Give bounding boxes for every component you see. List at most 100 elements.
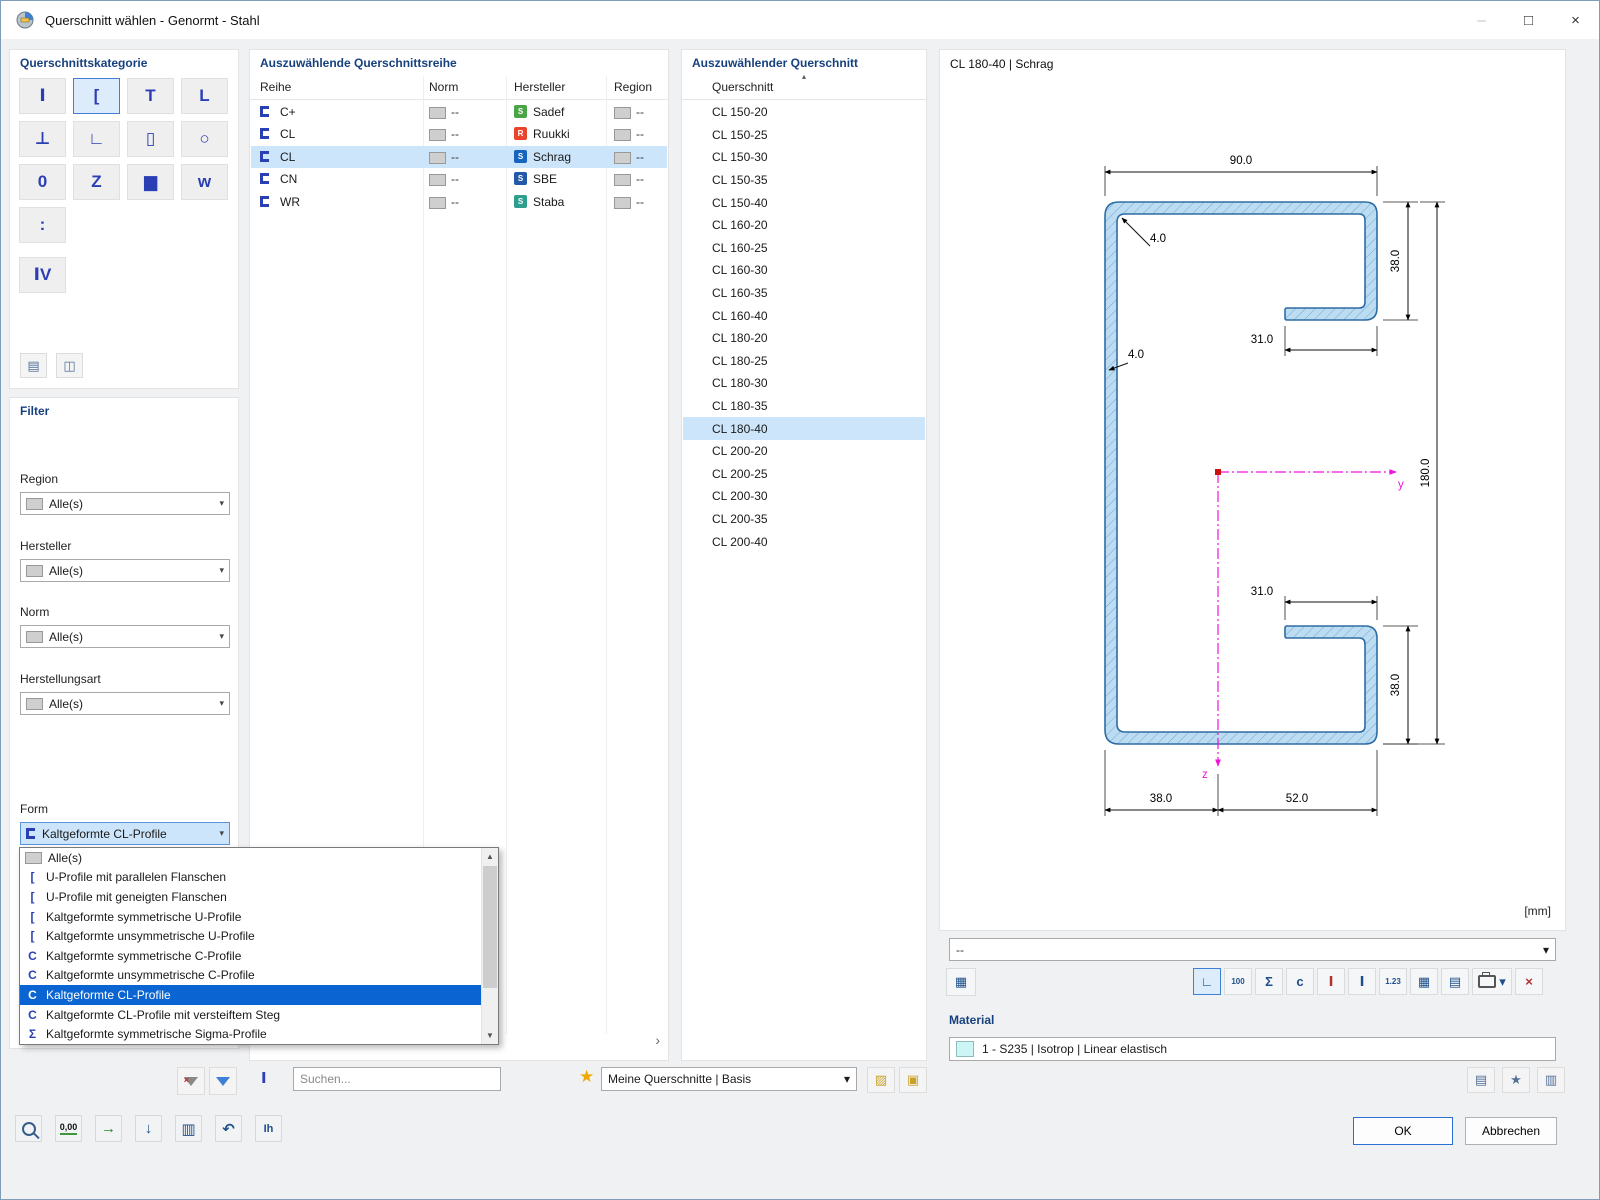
list-item[interactable]: CL 150-20 bbox=[683, 101, 925, 124]
form-option-alle[interactable]: Alle(s) bbox=[20, 848, 481, 868]
category-inverted-t-section[interactable]: ⊥ bbox=[19, 121, 66, 157]
list-item[interactable]: CL 150-35 bbox=[683, 169, 925, 192]
copy-section-button[interactable]: ▥ bbox=[175, 1115, 202, 1142]
herstellungsart-combobox[interactable]: Alle(s) ▾ bbox=[20, 692, 230, 715]
category-combined-section[interactable]: ⅠV bbox=[19, 257, 66, 293]
new-favorites-group-button[interactable]: ▨ bbox=[867, 1067, 895, 1093]
search-input[interactable] bbox=[293, 1067, 501, 1091]
norm-combobox[interactable]: Alle(s) ▾ bbox=[20, 625, 230, 648]
list-item[interactable]: CL 200-20 bbox=[683, 440, 925, 463]
table-row[interactable]: C+ -- S Sadef -- bbox=[251, 101, 667, 123]
favorite-categories-button[interactable]: ◫ bbox=[56, 353, 83, 378]
form-combobox[interactable]: Kaltgeformte CL-Profile ▾ bbox=[20, 822, 230, 845]
decimal-places-button[interactable]: 0,00 bbox=[55, 1115, 82, 1142]
category-box-section[interactable]: ▯ bbox=[127, 121, 174, 157]
scroll-right-icon[interactable]: › bbox=[655, 1032, 660, 1048]
list-item[interactable]: CL 180-30 bbox=[683, 372, 925, 395]
column-header-querschnitt[interactable]: Querschnitt bbox=[712, 80, 773, 94]
profile-solid-button[interactable]: Ⅰ bbox=[1348, 968, 1376, 995]
maximize-button[interactable]: □ bbox=[1505, 1, 1552, 39]
category-solid-section[interactable]: ▆ bbox=[127, 164, 174, 200]
scroll-down-icon[interactable]: ▼ bbox=[482, 1027, 498, 1044]
category-pipe-section[interactable]: ○ bbox=[181, 121, 228, 157]
form-option-sigma[interactable]: Σ Kaltgeformte symmetrische Sigma-Profil… bbox=[20, 1024, 481, 1044]
compare-sections-button[interactable]: ▤ bbox=[20, 353, 47, 378]
list-item[interactable]: CL 150-30 bbox=[683, 146, 925, 169]
table-row[interactable]: WR -- S Staba -- bbox=[251, 191, 667, 213]
category-corrugated-section[interactable]: w bbox=[181, 164, 228, 200]
material-combobox[interactable]: 1 - S235 | Isotrop | Linear elastisch bbox=[949, 1037, 1556, 1061]
region-combobox[interactable]: Alle(s) ▾ bbox=[20, 492, 230, 515]
profile-outline-button[interactable]: Ⅰ bbox=[1317, 968, 1345, 995]
category-z-section[interactable]: Z bbox=[73, 164, 120, 200]
cancel-button[interactable]: Abbrechen bbox=[1465, 1117, 1557, 1145]
import-section-button[interactable]: → bbox=[95, 1115, 122, 1142]
hersteller-combobox[interactable]: Alle(s) ▾ bbox=[20, 559, 230, 582]
my-sections-combobox[interactable]: Meine Querschnitte | Basis ▾ bbox=[601, 1067, 857, 1091]
list-item[interactable]: CL 150-25 bbox=[683, 124, 925, 147]
dimension-values-button[interactable]: 100 bbox=[1224, 968, 1252, 995]
category-bars-section[interactable]: : bbox=[19, 207, 66, 243]
category-l-section[interactable]: L bbox=[181, 78, 228, 114]
table-row-selected[interactable]: CL -- S Schrag -- bbox=[251, 145, 667, 169]
print-button[interactable]: ▾ bbox=[1472, 968, 1512, 995]
list-item[interactable]: CL 160-40 bbox=[683, 304, 925, 327]
scroll-up-icon[interactable]: ▲ bbox=[482, 848, 498, 865]
minimize-button[interactable]: – bbox=[1458, 1, 1505, 39]
section-height-button[interactable]: Ih bbox=[255, 1115, 282, 1142]
list-item[interactable]: CL 160-35 bbox=[683, 282, 925, 305]
list-item-selected[interactable]: CL 180-40 bbox=[683, 417, 925, 440]
form-option-kalt-sym-c[interactable]: C Kaltgeformte symmetrische C-Profile bbox=[20, 946, 481, 966]
table-view-button[interactable]: ▦ bbox=[1410, 968, 1438, 995]
new-material-button[interactable]: ★ bbox=[1502, 1067, 1530, 1093]
list-item[interactable]: CL 180-25 bbox=[683, 350, 925, 373]
table-row[interactable]: CN -- S SBE -- bbox=[251, 168, 667, 190]
list-item[interactable]: CL 160-20 bbox=[683, 214, 925, 237]
list-item[interactable]: CL 200-25 bbox=[683, 463, 925, 486]
undo-button[interactable]: ↶ bbox=[215, 1115, 242, 1142]
material-library-button[interactable]: ▤ bbox=[1467, 1067, 1495, 1093]
form-option-kalt-unsym-c[interactable]: C Kaltgeformte unsymmetrische C-Profile bbox=[20, 966, 481, 986]
category-angle-section[interactable]: ∟ bbox=[73, 121, 120, 157]
column-header-hersteller[interactable]: Hersteller bbox=[514, 80, 565, 94]
column-header-reihe[interactable]: Reihe bbox=[260, 80, 291, 94]
save-section-button[interactable]: ↓ bbox=[135, 1115, 162, 1142]
form-option-kalt-unsym-u[interactable]: [ Kaltgeformte unsymmetrische U-Profile bbox=[20, 926, 481, 946]
ok-button[interactable]: OK bbox=[1353, 1117, 1453, 1145]
form-option-kalt-sym-u[interactable]: [ Kaltgeformte symmetrische U-Profile bbox=[20, 907, 481, 927]
dimensions-button[interactable]: ∟ bbox=[1193, 968, 1221, 995]
list-item[interactable]: CL 150-40 bbox=[683, 191, 925, 214]
apply-filter-button[interactable] bbox=[209, 1067, 237, 1095]
category-oval-section[interactable]: 0 bbox=[19, 164, 66, 200]
category-i-section[interactable]: Ⅰ bbox=[19, 78, 66, 114]
column-header-region[interactable]: Region bbox=[614, 80, 652, 94]
form-option-u-geneigt[interactable]: [ U-Profile mit geneigten Flanschen bbox=[20, 887, 481, 907]
form-option-kalt-cl[interactable]: C Kaltgeformte CL-Profile bbox=[20, 985, 481, 1005]
section-values-button[interactable]: ▦ bbox=[946, 968, 976, 996]
category-t-section[interactable]: T bbox=[127, 78, 174, 114]
form-option-u-parallel[interactable]: [ U-Profile mit parallelen Flanschen bbox=[20, 868, 481, 888]
numbering-button[interactable]: 1.23 bbox=[1379, 968, 1407, 995]
category-u-section[interactable]: [ bbox=[73, 78, 120, 114]
save-to-favorites-button[interactable]: ▣ bbox=[899, 1067, 927, 1093]
list-item[interactable]: CL 180-35 bbox=[683, 395, 925, 418]
zoom-settings-button[interactable] bbox=[15, 1115, 42, 1142]
comment-combobox[interactable]: -- ▾ bbox=[949, 938, 1556, 961]
copy-material-button[interactable]: ▥ bbox=[1537, 1067, 1565, 1093]
parts-button[interactable]: c bbox=[1286, 968, 1314, 995]
list-item[interactable]: CL 200-35 bbox=[683, 508, 925, 531]
dropdown-scrollbar[interactable]: ▲ ▼ bbox=[481, 848, 498, 1044]
scrollbar-thumb[interactable] bbox=[483, 866, 497, 988]
reset-view-button[interactable]: × bbox=[1515, 968, 1543, 995]
grid-view-button[interactable]: ▤ bbox=[1441, 968, 1469, 995]
form-option-kalt-cl-versteift[interactable]: C Kaltgeformte CL-Profile mit versteifte… bbox=[20, 1005, 481, 1025]
list-item[interactable]: CL 160-25 bbox=[683, 237, 925, 260]
table-row[interactable]: CL -- R Ruukki -- bbox=[251, 123, 667, 145]
close-button[interactable]: × bbox=[1552, 1, 1599, 39]
list-item[interactable]: CL 160-30 bbox=[683, 259, 925, 282]
column-header-norm[interactable]: Norm bbox=[429, 80, 458, 94]
list-item[interactable]: CL 200-30 bbox=[683, 485, 925, 508]
list-item[interactable]: CL 180-20 bbox=[683, 327, 925, 350]
list-item[interactable]: CL 200-40 bbox=[683, 530, 925, 553]
clear-filter-button[interactable]: × bbox=[177, 1067, 205, 1095]
